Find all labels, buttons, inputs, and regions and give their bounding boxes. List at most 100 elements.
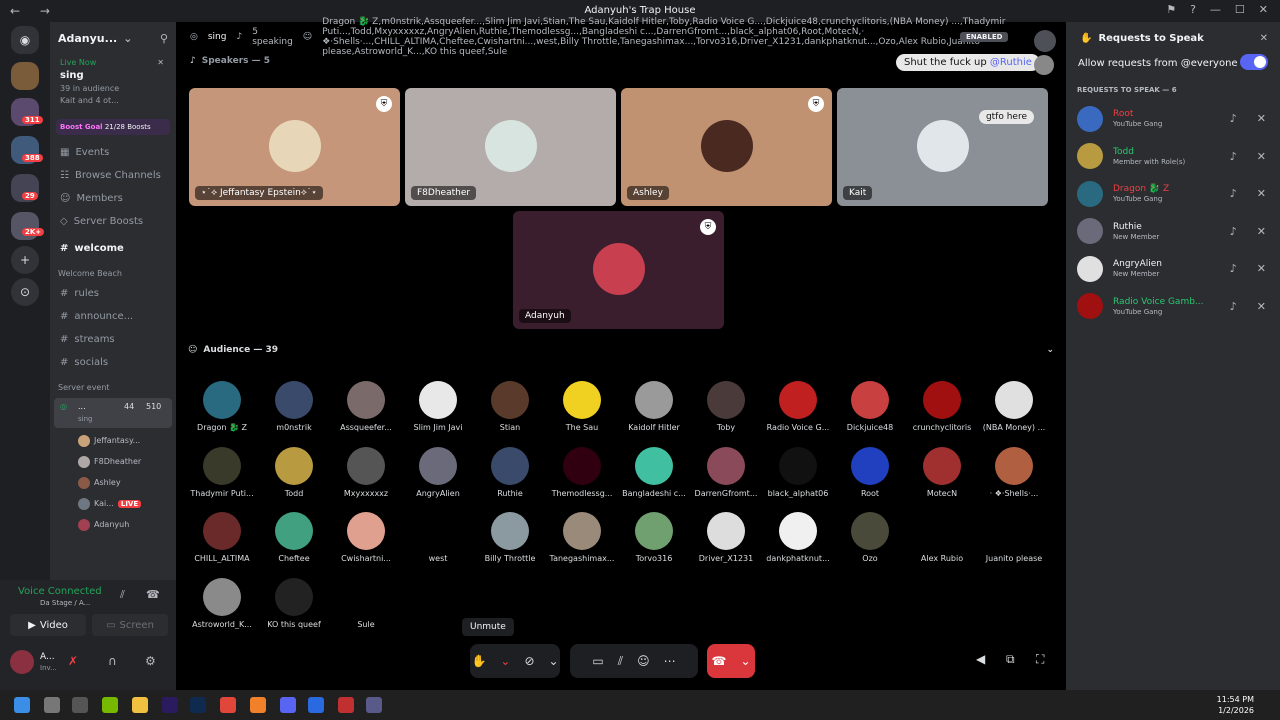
audience-member[interactable]: Thadymir Puti...: [186, 446, 258, 498]
popout-icon[interactable]: ⧉: [1006, 652, 1015, 667]
invite-to-speak-icon[interactable]: ♪: [1230, 187, 1237, 200]
leave-stage-button[interactable]: ☎ ⌄: [707, 644, 755, 678]
taskview-icon[interactable]: [44, 697, 60, 713]
audience-member[interactable]: Cheftee: [258, 512, 330, 563]
chrome-icon[interactable]: [220, 697, 236, 713]
allow-requests-toggle[interactable]: [1240, 54, 1268, 70]
audience-member[interactable]: Radio Voice G...: [762, 381, 834, 432]
dismiss-icon[interactable]: ✕: [1257, 187, 1266, 200]
audience-member[interactable]: Kaidolf Hitler: [618, 381, 690, 432]
nvidia-icon[interactable]: [102, 697, 118, 713]
more-icon[interactable]: ⋯: [664, 654, 676, 668]
voice-user[interactable]: F8Dheather: [50, 451, 176, 472]
channel-rules[interactable]: # rules: [50, 282, 176, 305]
screen-share-icon[interactable]: ▭: [592, 654, 603, 668]
folder-icon[interactable]: [132, 697, 148, 713]
audience-member[interactable]: Root: [834, 446, 906, 498]
channel-announcements[interactable]: # announce...: [50, 305, 176, 328]
speak-request[interactable]: Radio Voice Gamb... YouTube Gang ♪ ✕: [1066, 288, 1280, 326]
discover-icon[interactable]: ⊙: [11, 278, 39, 306]
dismiss-icon[interactable]: ✕: [1257, 150, 1266, 163]
dismiss-icon[interactable]: ✕: [1257, 225, 1266, 238]
add-server-icon[interactable]: +: [11, 246, 39, 274]
invite-to-speak-icon[interactable]: ♪: [1230, 300, 1237, 313]
audience-member[interactable]: Bangladeshi c...: [618, 446, 690, 498]
audience-member[interactable]: Tanegashimax...: [546, 512, 618, 563]
volume-icon[interactable]: ◀: [976, 652, 985, 666]
audience-member[interactable]: Slim Jim Javi: [402, 381, 474, 432]
chevron-down-icon[interactable]: ⌄: [549, 654, 559, 668]
speaker-tile[interactable]: ⛨ Adanyuh: [513, 211, 724, 329]
voice-user[interactable]: Adanyuh: [50, 514, 176, 535]
windows-start-icon[interactable]: [14, 697, 30, 713]
invite-to-speak-icon[interactable]: ♪: [1230, 112, 1237, 125]
channel-streams[interactable]: # streams: [50, 328, 176, 351]
speak-request[interactable]: AngryAlien New Member ♪ ✕: [1066, 250, 1280, 288]
avatar[interactable]: [1034, 30, 1056, 52]
audience-member[interactable]: Stian: [474, 381, 546, 432]
maximize-icon[interactable]: ☐: [1235, 3, 1245, 16]
audience-member[interactable]: CHILL_ALTIMA: [186, 512, 258, 563]
premiere-icon[interactable]: [162, 697, 178, 713]
audience-member[interactable]: Mxyxxxxxz: [330, 446, 402, 498]
nav-events[interactable]: ▦ Events: [50, 141, 176, 164]
audience-member[interactable]: Sule: [330, 577, 402, 629]
help-icon[interactable]: ?: [1190, 3, 1196, 16]
disconnect-icon[interactable]: ☎: [146, 588, 160, 601]
gear-icon[interactable]: ⚙: [145, 654, 156, 668]
invite-to-speak-icon[interactable]: ♪: [1230, 225, 1237, 238]
server-header[interactable]: Adanyu... ⌄ ⚲: [50, 22, 176, 54]
close-icon[interactable]: ✕: [1260, 33, 1268, 44]
app-icon[interactable]: [366, 697, 382, 713]
video-button[interactable]: ▶ Video: [10, 614, 86, 636]
audience-member[interactable]: · ❖·Shells·...: [978, 446, 1050, 498]
audience-member[interactable]: black_alphat06: [762, 446, 834, 498]
boost-goal[interactable]: Boost Goal 21/28 Boosts: [56, 119, 170, 135]
audience-member[interactable]: crunchyclitoris: [906, 381, 978, 432]
nav-browse-channels[interactable]: ☷ Browse Channels: [50, 164, 176, 187]
audience-member[interactable]: Ruthie: [474, 446, 546, 498]
speak-request[interactable]: Ruthie New Member ♪ ✕: [1066, 213, 1280, 251]
audience-member[interactable]: Assqueefer...: [330, 381, 402, 432]
avatar[interactable]: [10, 650, 34, 674]
speak-request[interactable]: Todd Member with Role(s) ♪ ✕: [1066, 138, 1280, 176]
invite-to-speak-icon[interactable]: ♪: [1230, 262, 1237, 275]
channel-socials[interactable]: # socials: [50, 351, 176, 374]
fullscreen-icon[interactable]: ⛶: [1036, 652, 1044, 667]
category-welcome-beach[interactable]: Welcome Beach: [50, 264, 176, 282]
voice-user[interactable]: Jeffantasy...: [50, 430, 176, 451]
discord-home-icon[interactable]: ◉: [11, 26, 39, 54]
audience-member[interactable]: Cwishartni...: [330, 512, 402, 563]
app-icon[interactable]: [250, 697, 266, 713]
voice-user[interactable]: Ashley: [50, 472, 176, 493]
dismiss-icon[interactable]: ✕: [1257, 112, 1266, 125]
app-icon[interactable]: [338, 697, 354, 713]
audience-member[interactable]: The Sau: [546, 381, 618, 432]
category-server-event[interactable]: Server event: [50, 378, 176, 396]
audience-member[interactable]: dankphatknut...: [762, 512, 834, 563]
audience-member[interactable]: Torvo316: [618, 512, 690, 563]
speaker-tile[interactable]: ⛨ Ashley: [621, 88, 832, 206]
audience-member[interactable]: Juanito please: [978, 512, 1050, 563]
audience-member[interactable]: Themodlessg...: [546, 446, 618, 498]
minimize-icon[interactable]: —: [1210, 3, 1221, 16]
close-icon[interactable]: ✕: [157, 58, 164, 67]
voice-user[interactable]: Kai... LIVE: [50, 493, 176, 514]
audience-member[interactable]: (NBA Money) ...: [978, 381, 1050, 432]
speaker-tile[interactable]: gtfo here Kait: [837, 88, 1048, 206]
audience-member[interactable]: Driver_X1231: [690, 512, 762, 563]
add-member-icon[interactable]: ⚲: [160, 32, 168, 45]
audience-member[interactable]: Todd: [258, 446, 330, 498]
channel-welcome[interactable]: # welcome: [50, 237, 176, 260]
noise-suppression-icon[interactable]: ⫽: [120, 588, 125, 602]
audience-member[interactable]: AngryAlien: [402, 446, 474, 498]
audience-member[interactable]: Dickjuice48: [834, 381, 906, 432]
mic-muted-icon[interactable]: ✗: [68, 654, 78, 668]
speaker-tile[interactable]: ⛨ ⋆˙⟡ Jeffantasy Epstein⟡˙⋆: [189, 88, 400, 206]
audience-member[interactable]: Astroworld_K...: [186, 577, 258, 629]
screen-share-button[interactable]: ▭ Screen: [92, 614, 168, 636]
inbox-icon[interactable]: ⚑: [1166, 3, 1176, 16]
audience-member[interactable]: Dragon 🐉 Z: [186, 381, 258, 432]
audience-member[interactable]: KO this queef: [258, 577, 330, 629]
audience-member[interactable]: MotecN: [906, 446, 978, 498]
